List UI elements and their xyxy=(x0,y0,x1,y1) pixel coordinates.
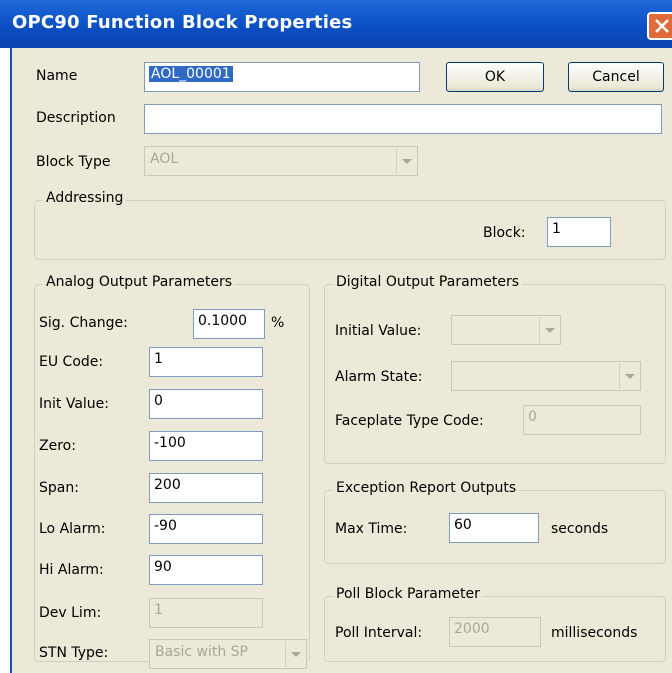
block-type-dropdown[interactable]: AOL xyxy=(144,146,418,176)
digital-output-group: Digital Output Parameters Initial Value:… xyxy=(324,274,666,464)
block-type-value: AOL xyxy=(150,151,179,167)
poll-interval-field[interactable]: 2000 xyxy=(449,617,541,647)
sig-change-unit: % xyxy=(271,315,285,331)
hi-alarm-label: Hi Alarm: xyxy=(39,562,104,578)
max-time-label: Max Time: xyxy=(335,521,408,537)
max-time-field[interactable]: 60 xyxy=(449,513,539,543)
init-value-field[interactable]: 0 xyxy=(149,389,263,419)
close-button[interactable] xyxy=(647,12,672,40)
hi-alarm-field[interactable]: 90 xyxy=(149,555,263,585)
ok-button[interactable]: OK xyxy=(446,62,544,92)
cancel-button[interactable]: Cancel xyxy=(568,62,664,92)
name-label: Name xyxy=(36,68,78,84)
dev-lim-field[interactable]: 1 xyxy=(149,598,263,628)
close-x-icon xyxy=(655,19,669,33)
faceplate-type-code-label: Faceplate Type Code: xyxy=(335,413,484,429)
lo-alarm-field[interactable]: -90 xyxy=(149,514,263,544)
dropdown-arrow-icon xyxy=(285,641,305,667)
block-label: Block: xyxy=(483,225,526,241)
dropdown-arrow-icon xyxy=(396,148,416,174)
stn-type-value: Basic with SP xyxy=(155,644,248,660)
name-field[interactable]: AOL_00001 xyxy=(144,62,420,92)
poll-interval-label: Poll Interval: xyxy=(335,625,423,641)
poll-interval-unit: milliseconds xyxy=(551,625,638,641)
eu-code-field[interactable]: 1 xyxy=(149,347,263,377)
analog-output-group: Analog Output Parameters Sig. Change: 0.… xyxy=(34,274,310,669)
stn-type-dropdown[interactable]: Basic with SP xyxy=(149,639,307,669)
description-field[interactable] xyxy=(144,104,662,134)
block-type-label: Block Type xyxy=(36,154,111,170)
max-time-unit: seconds xyxy=(551,521,609,537)
window-title: OPC90 Function Block Properties xyxy=(12,12,353,33)
poll-block-title: Poll Block Parameter xyxy=(333,586,483,602)
name-value: AOL_00001 xyxy=(149,66,233,82)
addressing-group: Addressing Block: 1 xyxy=(34,190,666,260)
span-label: Span: xyxy=(39,480,79,496)
addressing-title: Addressing xyxy=(43,190,127,206)
poll-block-group: Poll Block Parameter Poll Interval: 2000… xyxy=(324,586,666,662)
init-value-label: Init Value: xyxy=(39,396,109,412)
digital-output-title: Digital Output Parameters xyxy=(333,274,523,290)
exception-report-title: Exception Report Outputs xyxy=(333,480,520,496)
analog-output-title: Analog Output Parameters xyxy=(43,274,236,290)
dropdown-arrow-icon xyxy=(539,317,559,343)
alarm-state-label: Alarm State: xyxy=(335,369,423,385)
initial-value-dropdown[interactable] xyxy=(451,315,561,345)
sig-change-field[interactable]: 0.1000 xyxy=(193,309,265,339)
dropdown-arrow-icon xyxy=(619,363,639,389)
title-bar: OPC90 Function Block Properties xyxy=(0,0,672,48)
dialog-client-area: Name AOL_00001 OK Cancel Description Blo… xyxy=(10,48,672,673)
zero-field[interactable]: -100 xyxy=(149,431,263,461)
eu-code-label: EU Code: xyxy=(39,354,104,370)
span-field[interactable]: 200 xyxy=(149,473,263,503)
lo-alarm-label: Lo Alarm: xyxy=(39,521,106,537)
description-label: Description xyxy=(36,110,116,126)
initial-value-label: Initial Value: xyxy=(335,323,422,339)
sig-change-label: Sig. Change: xyxy=(39,315,128,331)
stn-type-label: STN Type: xyxy=(39,645,109,661)
block-field[interactable]: 1 xyxy=(547,217,611,247)
dev-lim-label: Dev Lim: xyxy=(39,605,102,621)
zero-label: Zero: xyxy=(39,438,76,454)
alarm-state-dropdown[interactable] xyxy=(451,361,641,391)
exception-report-group: Exception Report Outputs Max Time: 60 se… xyxy=(324,480,666,564)
faceplate-type-code-field[interactable]: 0 xyxy=(523,405,641,435)
